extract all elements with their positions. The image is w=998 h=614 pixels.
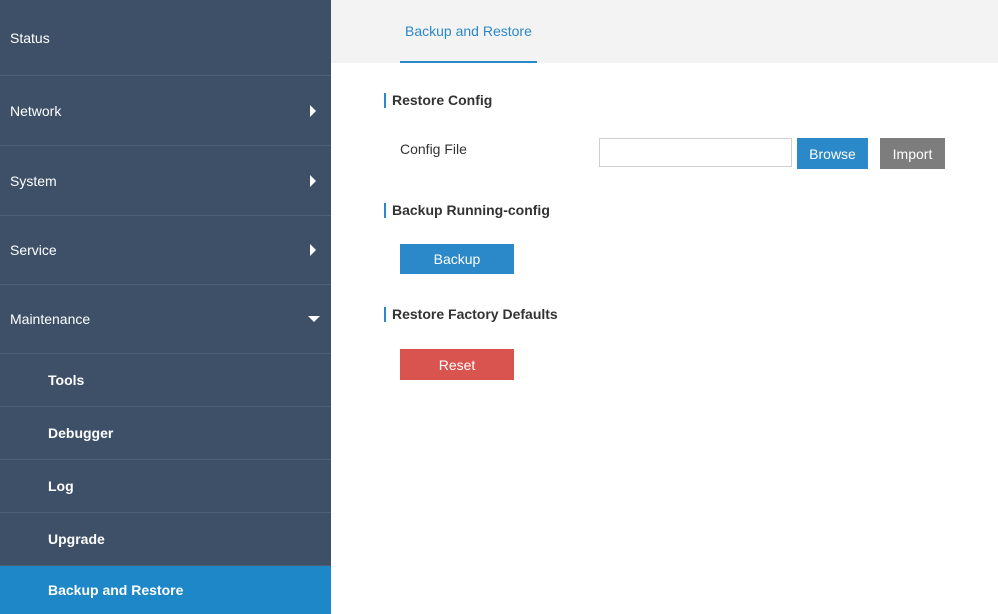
sidebar-item-label: Service	[10, 242, 57, 258]
chevron-down-icon	[308, 316, 320, 322]
section-restore-config: Restore Config	[384, 92, 492, 108]
config-file-label: Config File	[400, 141, 467, 157]
sidebar-subitem-upgrade[interactable]: Upgrade	[0, 513, 331, 566]
sidebar-subitem-label: Backup and Restore	[48, 582, 184, 598]
config-file-input[interactable]	[599, 138, 792, 167]
sidebar-subitem-debugger[interactable]: Debugger	[0, 407, 331, 460]
section-title: Restore Config	[392, 92, 493, 108]
sidebar-subitem-label: Tools	[48, 372, 85, 388]
sidebar-item-label: Maintenance	[10, 311, 91, 327]
sidebar-subitem-label: Upgrade	[48, 531, 105, 547]
sidebar-subitem-log[interactable]: Log	[0, 460, 331, 513]
section-marker	[384, 92, 386, 108]
sidebar-item-label: Network	[10, 102, 62, 119]
sidebar-item-system[interactable]: System	[0, 146, 331, 216]
sidebar-item-label: System	[10, 172, 57, 189]
sidebar-subitem-label: Log	[48, 478, 74, 494]
chevron-right-icon	[310, 104, 316, 117]
section-marker	[384, 306, 386, 322]
tab-backup-and-restore[interactable]: Backup and Restore	[400, 0, 537, 63]
app: Status Network System Service Maintenanc…	[0, 0, 998, 614]
sidebar-subitem-backup-and-restore[interactable]: Backup and Restore	[0, 566, 331, 614]
browse-button[interactable]: Browse	[797, 138, 868, 169]
import-button[interactable]: Import	[880, 138, 945, 169]
chevron-right-icon	[310, 174, 316, 187]
sidebar-item-maintenance[interactable]: Maintenance	[0, 285, 331, 354]
section-backup-running-config: Backup Running-config	[384, 202, 550, 218]
sidebar-subitem-label: Debugger	[48, 425, 114, 441]
reset-button[interactable]: Reset	[400, 349, 514, 380]
chevron-right-icon	[310, 244, 316, 256]
tab-bar: Backup and Restore	[331, 0, 998, 63]
sidebar-item-service[interactable]: Service	[0, 216, 331, 285]
backup-button[interactable]: Backup	[400, 244, 514, 274]
sidebar-item-label: Status	[10, 29, 50, 46]
sidebar-subitem-tools[interactable]: Tools	[0, 354, 331, 407]
section-title: Backup Running-config	[392, 202, 550, 218]
main-panel: Backup and Restore Restore Config Config…	[331, 0, 998, 614]
sidebar-item-status[interactable]: Status	[0, 0, 331, 76]
section-title: Restore Factory Defaults	[392, 306, 558, 322]
section-restore-factory-defaults: Restore Factory Defaults	[384, 306, 558, 322]
sidebar: Status Network System Service Maintenanc…	[0, 0, 331, 614]
section-marker	[384, 202, 386, 218]
sidebar-item-network[interactable]: Network	[0, 76, 331, 146]
